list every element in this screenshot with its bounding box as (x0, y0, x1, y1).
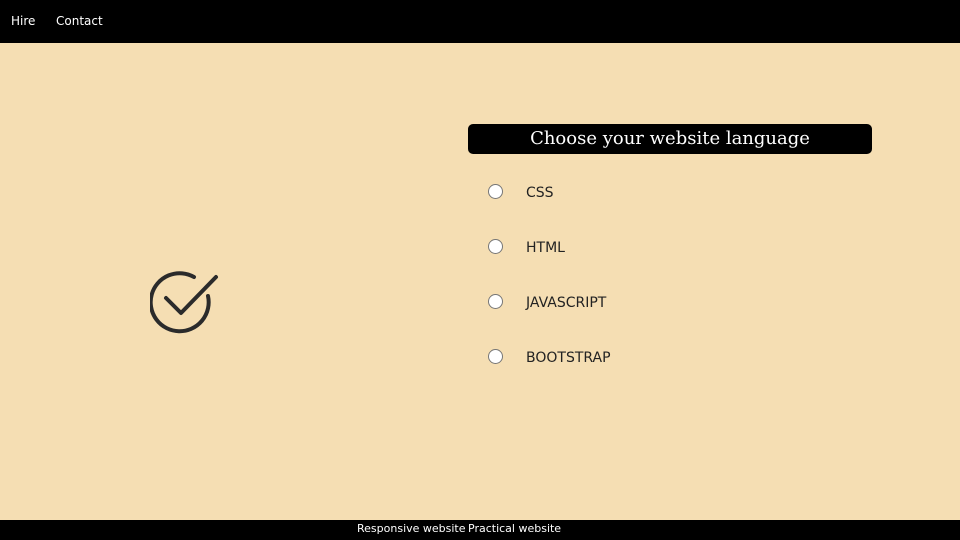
option-css[interactable]: CSS (488, 184, 688, 204)
footer-bar: Responsive website Practical website (0, 520, 960, 540)
form-title: Choose your website language (468, 124, 872, 154)
nav-link-hire[interactable]: Hire (11, 14, 35, 28)
nav-link-contact[interactable]: Contact (56, 14, 103, 28)
option-javascript[interactable]: JAVASCRIPT (488, 294, 688, 314)
check-circle-icon (148, 268, 220, 334)
option-label: HTML (526, 240, 565, 256)
radio-css[interactable] (488, 184, 503, 199)
option-bootstrap[interactable]: BOOTSTRAP (488, 349, 688, 369)
top-navigation-bar: Hire Contact (0, 0, 960, 43)
radio-html[interactable] (488, 239, 503, 254)
footer-link-practical[interactable]: Practical website (468, 522, 561, 535)
option-label: CSS (526, 185, 554, 201)
option-label: JAVASCRIPT (526, 295, 607, 311)
radio-bootstrap[interactable] (488, 349, 503, 364)
option-label: BOOTSTRAP (526, 350, 611, 366)
radio-javascript[interactable] (488, 294, 503, 309)
footer-link-responsive[interactable]: Responsive website (357, 522, 466, 535)
option-html[interactable]: HTML (488, 239, 688, 259)
